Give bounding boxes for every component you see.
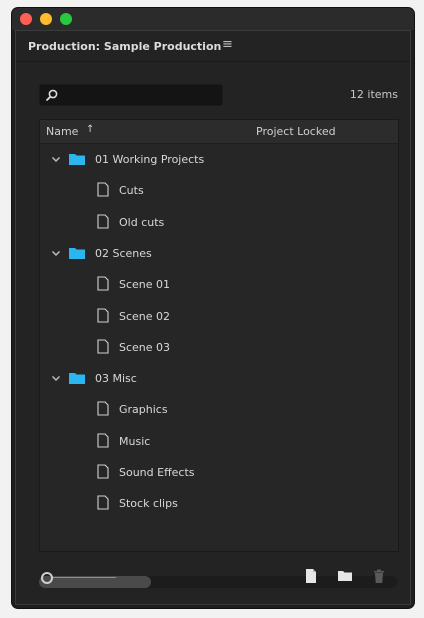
panel-header: Production: Sample Production ≡ — [16, 31, 410, 62]
panel-footer — [16, 556, 410, 604]
file-row[interactable]: Old cuts — [40, 207, 398, 238]
folder-label: 03 Misc — [95, 372, 137, 386]
file-icon — [97, 182, 109, 197]
sort-ascending-icon[interactable]: ↑ — [86, 124, 94, 135]
titlebar — [12, 8, 414, 30]
production-panel: Production: Sample Production ≡ 12 items… — [15, 30, 411, 605]
file-icon — [97, 495, 109, 510]
file-label: Cuts — [119, 184, 144, 198]
folder-row[interactable]: 01 Working Projects — [40, 144, 398, 175]
file-label: Stock clips — [119, 497, 178, 511]
file-label: Scene 01 — [119, 278, 171, 292]
folder-icon — [69, 154, 85, 165]
search-field[interactable] — [39, 84, 223, 106]
file-row[interactable]: Stock clips — [40, 488, 398, 519]
file-row[interactable]: Scene 01 — [40, 269, 398, 300]
file-icon — [97, 401, 109, 416]
file-label: Music — [119, 434, 151, 448]
disclosure-chevron-icon[interactable] — [50, 247, 62, 259]
file-row[interactable]: Sound Effects — [40, 457, 398, 488]
list-header: Name ↑ Project Locked — [40, 120, 398, 144]
file-icon — [97, 433, 109, 448]
file-icon — [97, 214, 109, 229]
file-icon — [97, 307, 109, 323]
item-count: 12 items — [349, 88, 398, 101]
file-label: Old cuts — [119, 215, 165, 229]
search-input[interactable] — [62, 86, 221, 105]
zoom-window-button[interactable] — [60, 13, 72, 25]
file-icon — [97, 339, 109, 354]
zoom-slider-handle[interactable] — [41, 572, 53, 584]
production-window: Production: Sample Production ≡ 12 items… — [12, 8, 414, 608]
folder-row[interactable]: 02 Scenes — [40, 238, 398, 269]
close-window-button[interactable] — [20, 13, 32, 25]
file-row[interactable]: Cuts — [40, 175, 398, 206]
trash-icon[interactable] — [371, 568, 387, 584]
new-item-icon[interactable] — [303, 568, 319, 584]
folder-icon — [69, 373, 85, 385]
file-label: Scene 03 — [119, 340, 171, 354]
column-header-project-locked[interactable]: Project Locked — [256, 125, 336, 138]
panel-title: Production: Sample Production — [28, 40, 222, 53]
zoom-slider-track[interactable] — [53, 577, 116, 578]
file-row[interactable]: Graphics — [40, 394, 398, 425]
new-folder-icon[interactable] — [337, 568, 353, 584]
disclosure-chevron-icon[interactable] — [50, 372, 62, 384]
column-header-name[interactable]: Name — [46, 125, 78, 138]
file-row[interactable]: Scene 02 — [40, 301, 398, 332]
file-label: Graphics — [119, 403, 168, 417]
file-icon — [97, 276, 109, 291]
minimize-window-button[interactable] — [40, 13, 52, 25]
file-label: Sound Effects — [119, 466, 195, 479]
file-label: Scene 02 — [119, 309, 171, 323]
project-list: Name ↑ Project Locked 01 Working Project… — [39, 119, 399, 552]
file-icon — [97, 464, 109, 479]
folder-row[interactable]: 03 Misc — [40, 363, 398, 394]
disclosure-chevron-icon[interactable] — [50, 153, 62, 165]
folder-icon — [69, 247, 85, 259]
file-row[interactable]: Music — [40, 426, 398, 457]
panel-menu-icon[interactable]: ≡ — [222, 37, 233, 52]
file-row[interactable]: Scene 03 — [40, 332, 398, 363]
search-icon — [46, 89, 58, 101]
folder-label: 01 Working Projects — [95, 153, 205, 166]
folder-label: 02 Scenes — [95, 246, 152, 260]
